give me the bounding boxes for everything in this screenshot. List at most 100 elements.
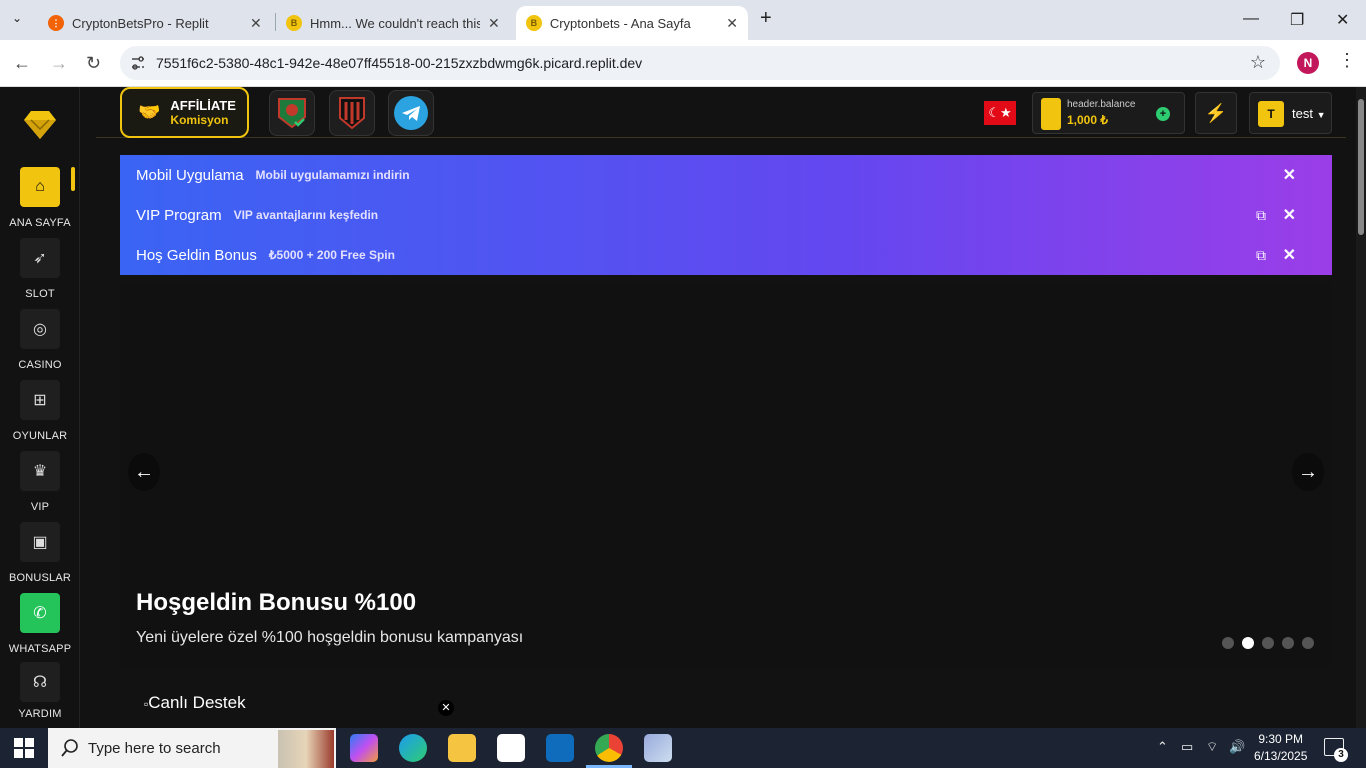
prev-slide-button[interactable]: ← [128,453,160,491]
volume-icon[interactable]: 🔊 [1229,739,1245,755]
top-navigation: 🤝 AFFİLİATE Komisyon ☾★ header.balance 1… [96,87,1346,138]
sidebar: ⌂ ANA SAYFA ➶ SLOT ◎ CASINO ⊞ OYUNLAR ♛ … [0,87,80,728]
promo-row-vip[interactable]: VIP Program VIP avantajlarını keşfedin ⧉… [136,195,1316,235]
close-tab-icon[interactable]: ✕ [250,15,262,32]
promo-title: VIP Program [136,206,222,224]
logo-icon[interactable] [22,107,58,143]
club-crest-icon [278,98,306,129]
close-icon[interactable]: ✕ [1283,165,1296,185]
minimize-icon[interactable]: — [1243,10,1259,28]
promo-title: Hoş Geldin Bonus [136,246,257,264]
sidebar-item-label: YARDIM [18,708,62,720]
close-tab-icon[interactable]: ✕ [726,15,738,32]
menu-icon[interactable]: ⋮ [1338,50,1356,71]
external-link-icon[interactable]: ⧉ [1256,247,1266,264]
scroll-thumb[interactable] [1358,99,1364,235]
chevron-down-icon: ▼ [1316,110,1326,120]
battery-icon[interactable]: ▭ [1181,739,1193,755]
club-logo-2-button[interactable] [329,90,375,136]
taskbar-search[interactable]: Type here to search [48,728,336,768]
affiliate-button[interactable]: 🤝 AFFİLİATE Komisyon [120,87,249,138]
back-icon[interactable]: ← [13,53,31,74]
sidebar-item-vip[interactable]: ♛ VIP [0,451,80,513]
window-close-icon[interactable]: ✕ [1336,10,1349,30]
app-icon[interactable] [644,734,672,762]
close-icon[interactable]: ✕ [438,700,454,716]
reload-icon[interactable]: ↻ [86,53,101,74]
sidebar-item-slot[interactable]: ➶ SLOT [0,238,80,300]
tab-error[interactable]: B Hmm... We couldn't reach this a ✕ [276,6,512,40]
clock-date: 6/13/2025 [1254,749,1308,763]
sidebar-item-label: CASINO [18,359,62,371]
slide-dot[interactable] [1242,637,1254,649]
promo-row-mobile[interactable]: Mobil Uygulama Mobil uygulamamızı indiri… [136,155,1316,195]
close-tab-icon[interactable]: ✕ [488,15,500,32]
telegram-icon [394,96,428,130]
user-name: test [1292,106,1313,121]
copilot-icon[interactable] [350,734,378,762]
user-menu-button[interactable]: T test ▼ [1249,92,1332,134]
file-explorer-icon[interactable] [448,734,476,762]
sidebar-item-yardim[interactable]: ☊ YARDIM [0,662,80,720]
sidebar-item-label: ANA SAYFA [9,217,71,229]
club-logo-1-button[interactable] [269,90,315,136]
live-support-widget[interactable]: ▫Canlı Destek ✕ [144,690,462,728]
cryptonbets-favicon-icon: B [286,15,302,31]
site-info-icon[interactable] [130,55,146,71]
telegram-button[interactable] [388,90,434,136]
language-flag-button[interactable]: ☾★ [984,101,1016,125]
edge-icon[interactable] [399,734,427,762]
quick-action-button[interactable]: ⚡ [1195,92,1237,134]
slide-dots [1222,637,1314,649]
sidebar-item-bonuslar[interactable]: ▣ BONUSLAR [0,522,80,584]
whatsapp-icon: ✆ [20,593,60,633]
new-tab-icon[interactable]: + [760,7,772,30]
slide-dot[interactable] [1222,637,1234,649]
sidebar-item-label: WHATSAPP [8,643,72,655]
windows-start-icon[interactable] [14,738,34,758]
slide-dot[interactable] [1282,637,1294,649]
handshake-icon: 🤝 [138,102,161,122]
tab-replit[interactable]: ⋮ CryptonBetsPro - Replit ✕ [38,6,272,40]
sidebar-item-whatsapp[interactable]: ✆ WHATSAPP [0,593,80,655]
microsoft-store-icon[interactable] [497,734,525,762]
promo-row-bonus[interactable]: Hoş Geldin Bonus ₺5000 + 200 Free Spin ⧉… [136,235,1316,275]
tab-search-icon[interactable]: ⌄ [12,11,22,25]
wifi-icon[interactable]: ⌔ [1206,739,1218,755]
sidebar-item-casino[interactable]: ◎ CASINO [0,309,80,371]
page: ⌂ ANA SAYFA ➶ SLOT ◎ CASINO ⊞ OYUNLAR ♛ … [0,87,1366,728]
close-icon[interactable]: ✕ [1283,205,1296,225]
outlook-icon[interactable] [546,734,574,762]
close-icon[interactable]: ✕ [1283,245,1296,265]
notification-count: 3 [1334,748,1348,762]
turkey-flag-icon: ☾★ [988,105,1012,120]
sidebar-item-home[interactable]: ⌂ ANA SAYFA [0,167,80,229]
external-link-icon[interactable]: ⧉ [1256,207,1266,224]
url-field[interactable]: 7551f6c2-5380-48c1-942e-48e07ff45518-00-… [120,46,1280,80]
deposit-plus-icon[interactable]: + [1156,107,1170,121]
balance-amount: 1,000 ₺ [1067,113,1108,127]
tab-cryptonbets[interactable]: B Cryptonbets - Ana Sayfa ✕ [516,6,748,40]
slide-dot[interactable] [1262,637,1274,649]
chrome-icon[interactable] [595,734,623,762]
sidebar-item-oyunlar[interactable]: ⊞ OYUNLAR [0,380,80,442]
forward-icon[interactable]: → [50,53,68,74]
sidebar-item-label: VIP [30,501,50,513]
next-slide-button[interactable]: → [1292,453,1324,491]
clock-time: 9:30 PM [1258,732,1304,746]
tab-title: Hmm... We couldn't reach this a [310,15,480,31]
scrollbar[interactable] [1356,87,1366,728]
crown-icon: ♛ [20,451,60,491]
gamepad-icon: ⊞ [20,380,60,420]
clock[interactable]: 9:30 PM 6/13/2025 [1254,731,1307,765]
hero-subtitle: Yeni üyelere özel %100 hoşgeldin bonusu … [136,629,524,646]
search-highlight-image [278,730,334,768]
slide-dot[interactable] [1302,637,1314,649]
taskbar: Type here to search ⌃ ▭ ⌔ 🔊 9:30 PM 6/13… [0,728,1366,768]
restore-icon[interactable]: ❐ [1290,10,1304,30]
balance-widget[interactable]: header.balance 1,000 ₺ + [1032,92,1185,134]
bookmark-star-icon[interactable]: ☆ [1250,52,1266,73]
promo-subtitle: Mobil uygulamamızı indirin [255,168,410,182]
profile-avatar[interactable]: N [1297,52,1319,74]
chevron-up-icon[interactable]: ⌃ [1157,739,1168,755]
